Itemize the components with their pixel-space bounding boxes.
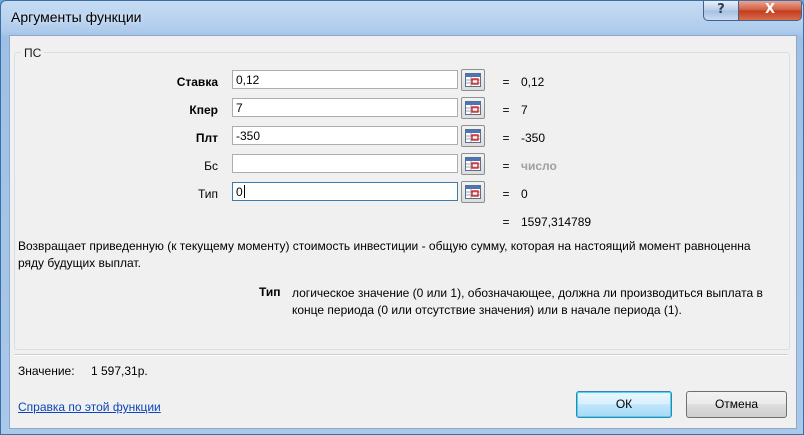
equals-sign: = (502, 159, 510, 173)
cancel-button[interactable]: Отмена (686, 391, 787, 418)
arg-label-type: Тип (197, 187, 218, 201)
equals-sign: = (502, 131, 510, 145)
range-select-icon (465, 129, 481, 143)
close-icon: X (764, 2, 776, 17)
function-arguments-dialog: Аргументы функции ? X ПС Ставка 0,12 = 0… (0, 0, 804, 435)
range-select-icon (465, 157, 481, 171)
equals-sign: = (502, 215, 510, 229)
collapse-dialog-button-rate[interactable] (461, 69, 485, 91)
function-description: Возвращает приведенную (к текущему момен… (18, 239, 751, 270)
equals-sign: = (502, 103, 510, 117)
arg-input-type-value: 0 (236, 185, 243, 199)
divider (14, 354, 788, 356)
collapse-dialog-button-type[interactable] (461, 181, 485, 203)
arg-result-fv: число (521, 159, 557, 173)
ok-button[interactable]: ОК (576, 391, 672, 418)
range-select-icon (465, 101, 481, 115)
param-help-name: Тип (259, 285, 281, 299)
equals-sign: = (502, 187, 510, 201)
arg-result-type: 0 (521, 187, 528, 201)
collapse-dialog-button-fv[interactable] (461, 153, 485, 175)
arg-input-rate[interactable]: 0,12 (232, 70, 458, 89)
range-select-icon (465, 73, 481, 87)
arg-label-pmt: Плт (195, 131, 218, 145)
collapse-dialog-button-pmt[interactable] (461, 125, 485, 147)
arg-label-nper: Кпер (189, 103, 218, 117)
result-value: 1 597,31р. (91, 364, 148, 378)
arg-input-nper[interactable]: 7 (232, 98, 458, 117)
title-bar[interactable]: Аргументы функции ? X (1, 1, 803, 35)
arg-input-pmt-value: -350 (236, 129, 261, 143)
dialog-body: ПС Ставка 0,12 = 0,12 Кпер 7 = 7 Плт -35… (9, 35, 797, 429)
close-button[interactable]: X (738, 1, 802, 21)
arg-label-rate: Ставка (176, 75, 218, 89)
arg-input-fv[interactable] (232, 154, 458, 173)
arg-result-pmt: -350 (521, 131, 546, 145)
param-help-text: логическое значение (0 или 1), обозначаю… (292, 286, 763, 317)
range-select-icon (465, 185, 481, 199)
collapse-dialog-button-nper[interactable] (461, 97, 485, 119)
question-mark-icon: ? (717, 2, 725, 17)
arg-result-nper: 7 (521, 103, 528, 117)
help-button[interactable]: ? (703, 1, 739, 21)
formula-result-value: 1597,314789 (521, 215, 592, 229)
arg-label-fv: Бс (204, 159, 218, 173)
result-label: Значение: (18, 364, 75, 378)
text-caret (243, 185, 245, 198)
arg-input-type[interactable]: 0 (232, 182, 458, 201)
arg-result-rate: 0,12 (521, 75, 545, 89)
function-name: ПС (21, 46, 45, 60)
function-help-link[interactable]: Справка по этой функции (18, 400, 161, 414)
arg-input-nper-value: 7 (236, 101, 243, 115)
arg-input-rate-value: 0,12 (236, 73, 260, 87)
dialog-title: Аргументы функции (11, 9, 142, 25)
equals-sign: = (502, 75, 510, 89)
arg-input-pmt[interactable]: -350 (232, 126, 458, 145)
